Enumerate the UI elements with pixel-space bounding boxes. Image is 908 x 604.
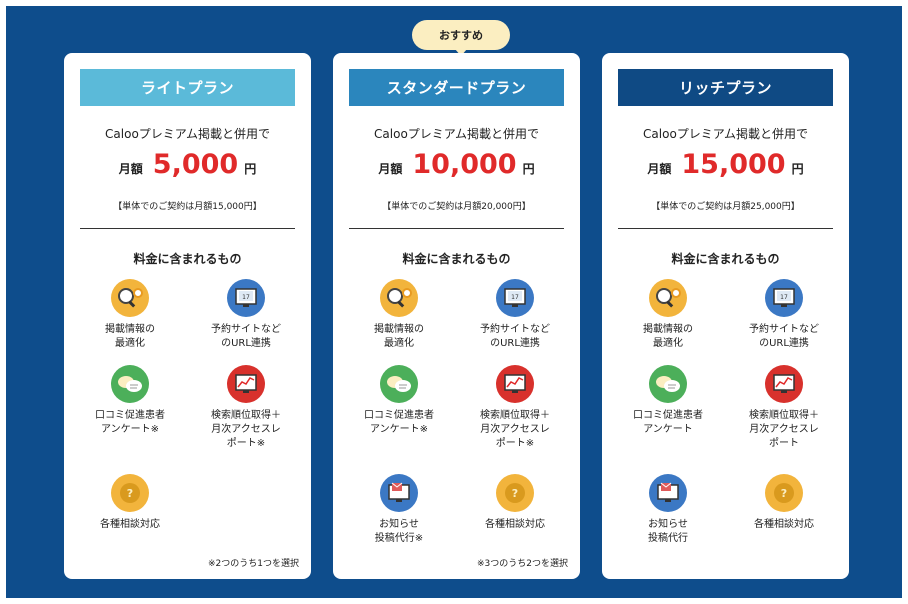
recommend-badge: おすすめ [412,20,510,56]
selection-note: ※2つのうち1つを選択 [208,559,299,569]
divider [349,228,564,229]
price-suffix: 円 [522,162,535,176]
feature-item: 掲載情報の 最適化 [71,279,189,351]
feature-item: 検索順位取得＋ 月次アクセスレ ポート [725,365,843,451]
feature-label: 口コミ促進患者 アンケート※ [95,410,165,435]
feature-item: 検索順位取得＋ 月次アクセスレ ポート※ [456,365,574,451]
price-amount: 15,000 [681,149,786,180]
mail-monitor-icon [649,474,687,512]
feature-label: 予約サイトなど のURL連携 [749,324,819,349]
svg-text:17: 17 [780,294,788,301]
price-amount: 5,000 [152,149,239,180]
feature-item: 掲載情報の 最適化 [609,279,727,351]
chart-monitor-icon [496,365,534,403]
chat-bubbles-icon [649,365,687,403]
divider [618,228,833,229]
feature-item: お知らせ 投稿代行 [609,474,727,546]
divider [80,228,295,229]
feature-label: 検索順位取得＋ 月次アクセスレ ポート※ [211,410,281,449]
price-row: 月額 10,000 円 [333,149,580,180]
svg-text:?: ? [127,487,133,500]
calendar-monitor-icon: 17 [227,279,265,317]
feature-label: 各種相談対応 [485,519,545,530]
price-amount: 10,000 [412,149,517,180]
included-title: 料金に含まれるもの [671,252,780,266]
feature-item: 17 予約サイトなど のURL連携 [187,279,305,351]
feature-item: お知らせ 投稿代行※ [340,474,458,546]
price-row: 月額 5,000 円 [64,149,311,180]
feature-item: 掲載情報の 最適化 [340,279,458,351]
magnifier-gear-icon [111,279,149,317]
calendar-monitor-icon: 17 [496,279,534,317]
mail-monitor-icon [380,474,418,512]
feature-item: 17 予約サイトなど のURL連携 [456,279,574,351]
pricing-section: おすすめ ライトプラン Calooプレミアム掲載と併用で月額 5,000 円【単体での… [6,6,902,598]
feature-item: 17 予約サイトなど のURL連携 [725,279,843,351]
single-contract-price: 【単体でのご契約は月額20,000円】 [382,202,531,212]
price-prefix: 月額 [378,162,403,176]
feature-label: 口コミ促進患者 アンケート※ [364,410,434,435]
svg-text:17: 17 [242,294,250,301]
feature-label: 予約サイトなど のURL連携 [211,324,281,349]
feature-label: 掲載情報の 最適化 [643,324,693,349]
feature-label: 各種相談対応 [100,519,160,530]
feature-label: お知らせ 投稿代行 [648,519,688,544]
price-prefix: 月額 [118,162,143,176]
feature-label: 予約サイトなど のURL連携 [480,324,550,349]
chat-bubbles-icon [380,365,418,403]
feature-label: 掲載情報の 最適化 [374,324,424,349]
feature-label: 検索順位取得＋ 月次アクセスレ ポート※ [480,410,550,449]
feature-item: 口コミ促進患者 アンケート [609,365,727,437]
feature-item: 口コミ促進患者 アンケート※ [340,365,458,437]
price-suffix: 円 [791,162,804,176]
plan-name-header: スタンダードプラン [349,69,564,106]
plan-card-light: ライトプラン Calooプレミアム掲載と併用で月額 5,000 円【単体でのご契約は月… [64,53,311,579]
feature-item: ? 各種相談対応 [71,474,189,532]
feature-item: ? 各種相談対応 [725,474,843,532]
svg-text:17: 17 [511,294,519,301]
combo-text: Calooプレミアム掲載と併用で [643,127,808,141]
combo-text: Calooプレミアム掲載と併用で [105,127,270,141]
question-icon: ? [111,474,149,512]
feature-label: 各種相談対応 [754,519,814,530]
price-row: 月額 15,000 円 [602,149,849,180]
svg-text:?: ? [512,487,518,500]
single-contract-price: 【単体でのご契約は月額15,000円】 [113,202,262,212]
feature-label: 検索順位取得＋ 月次アクセスレ ポート [749,410,819,449]
combo-text: Calooプレミアム掲載と併用で [374,127,539,141]
chart-monitor-icon [765,365,803,403]
included-title: 料金に含まれるもの [402,252,511,266]
feature-label: お知らせ 投稿代行※ [374,519,424,544]
feature-item: ? 各種相談対応 [456,474,574,532]
plan-name-header: リッチプラン [618,69,833,106]
plan-card-standard: スタンダードプラン Calooプレミアム掲載と併用で月額 10,000 円【単体でのご… [333,53,580,579]
plan-name-header: ライトプラン [80,69,295,106]
price-suffix: 円 [244,162,257,176]
magnifier-gear-icon [649,279,687,317]
chat-bubbles-icon [111,365,149,403]
magnifier-gear-icon [380,279,418,317]
price-prefix: 月額 [647,162,672,176]
selection-note: ※3つのうち2つを選択 [477,559,568,569]
feature-label: 掲載情報の 最適化 [105,324,155,349]
feature-item: 検索順位取得＋ 月次アクセスレ ポート※ [187,365,305,451]
single-contract-price: 【単体でのご契約は月額25,000円】 [651,202,800,212]
question-icon: ? [765,474,803,512]
calendar-monitor-icon: 17 [765,279,803,317]
included-title: 料金に含まれるもの [133,252,242,266]
chart-monitor-icon [227,365,265,403]
feature-item: 口コミ促進患者 アンケート※ [71,365,189,437]
question-icon: ? [496,474,534,512]
plan-card-rich: リッチプラン Calooプレミアム掲載と併用で月額 15,000 円【単体でのご契約は… [602,53,849,579]
svg-text:?: ? [781,487,787,500]
feature-label: 口コミ促進患者 アンケート [633,410,703,435]
